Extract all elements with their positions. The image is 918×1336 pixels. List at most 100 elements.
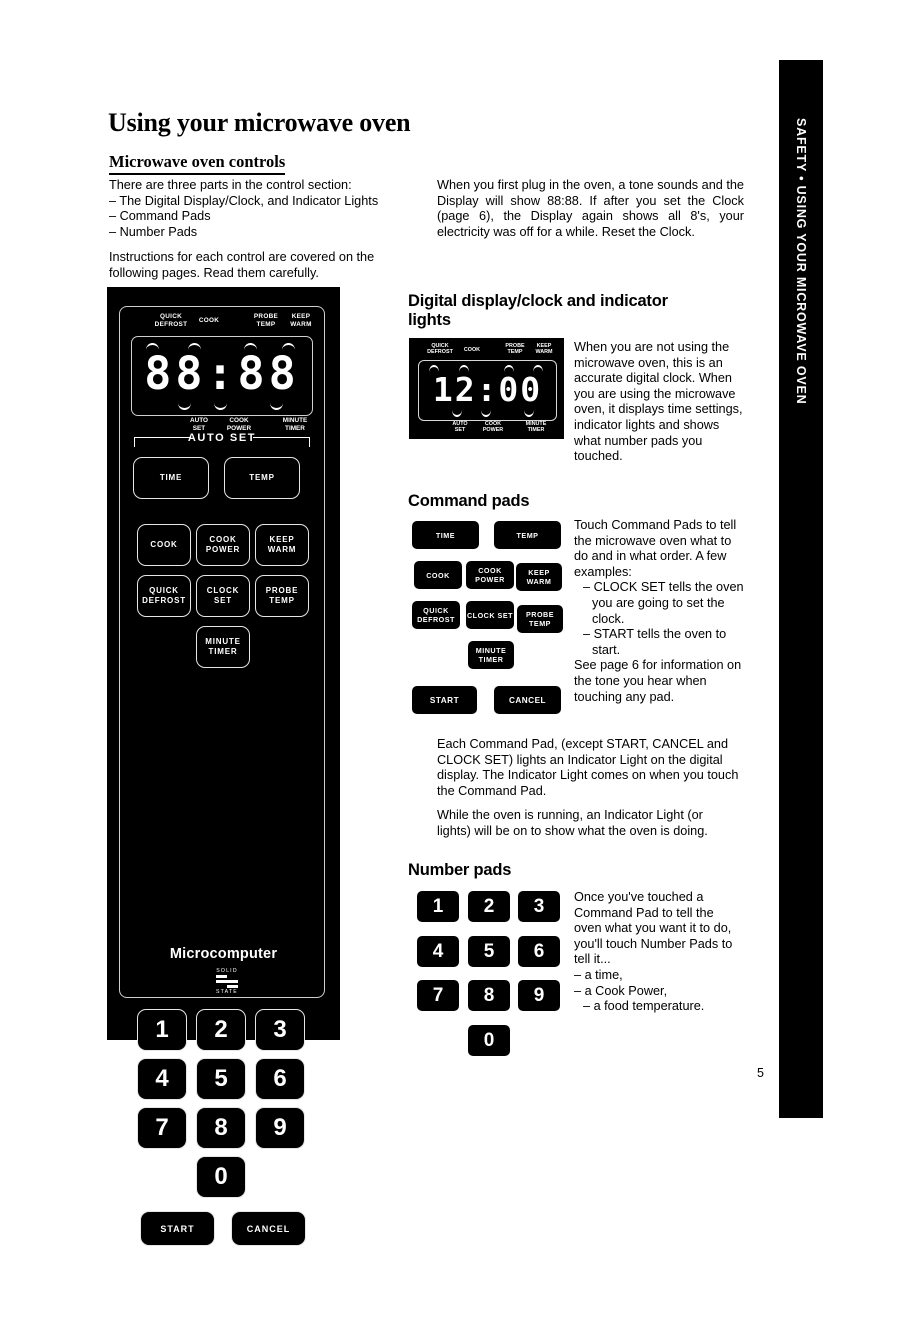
cmd-pad-probe-temp[interactable]: PROBE TEMP [517, 605, 563, 633]
indicator-tick-icon [452, 410, 462, 417]
cmd-pad-clock-set[interactable]: CLOCK SET [466, 601, 514, 629]
digital-display-body-text: When you are not using the microwave ove… [574, 340, 743, 464]
panel-number-pad-6[interactable]: 6 [255, 1058, 305, 1100]
indicator-label-cook-power: COOK POWER [482, 421, 504, 434]
panel-number-pad-9[interactable]: 9 [255, 1107, 305, 1149]
list-item: – The Digital Display/Clock, and Indicat… [109, 193, 379, 208]
section-heading-controls: Microwave oven controls [109, 152, 286, 175]
display-top-indicator-labels: QUICK DEFROST COOK PROBE TEMP KEEP WARM [127, 313, 317, 335]
panel-number-pad-0[interactable]: 0 [196, 1156, 246, 1198]
number-pads-body-text: Once you've touched a Command Pad to tel… [574, 890, 744, 1015]
panel-pad-clock-set[interactable]: CLOCK SET [196, 575, 250, 617]
num-pad-7[interactable]: 7 [417, 980, 459, 1011]
panel-number-pad-8[interactable]: 8 [196, 1107, 246, 1149]
indicator-label-probe-temp: PROBE TEMP [505, 343, 525, 356]
num-pad-0[interactable]: 0 [468, 1025, 510, 1056]
indicator-label-keep-warm: KEEP WARM [290, 313, 312, 328]
heading-command-pads: Command pads [408, 492, 530, 510]
pad-label: CLOCK SET [206, 586, 240, 605]
num-pad-3[interactable]: 3 [518, 891, 560, 922]
intro-lead: There are three parts in the control sec… [109, 178, 352, 192]
solid-state-mark-icon [216, 975, 238, 988]
panel-pad-start[interactable]: START [140, 1211, 215, 1246]
cmd-pad-time[interactable]: TIME [412, 521, 479, 549]
command-pads-note-2: While the oven is running, an Indicator … [437, 808, 708, 838]
control-panel-illustration: QUICK DEFROST COOK PROBE TEMP KEEP WARM … [107, 287, 340, 1040]
num-pad-5[interactable]: 5 [468, 936, 510, 967]
panel-number-pad-3[interactable]: 3 [255, 1009, 305, 1051]
cmd-pad-quick-defrost[interactable]: QUICK DEFROST [412, 601, 460, 629]
indicator-label-minute-timer: MINUTE TIMER [282, 417, 308, 432]
pad-label: PROBE TEMP [265, 586, 299, 605]
mini-display-window: 12:00 [418, 360, 557, 421]
pad-label: KEEP WARM [267, 535, 297, 554]
panel-pad-minute-timer[interactable]: MINUTE TIMER [196, 626, 250, 668]
cmd-pad-temp[interactable]: TEMP [494, 521, 561, 549]
indicator-label-auto-set: AUTO SET [452, 421, 468, 434]
number-pads-illustration: 1 2 3 4 5 6 7 8 9 0 [417, 891, 567, 1061]
pad-label: KEEP WARM [526, 568, 552, 586]
num-pad-8[interactable]: 8 [468, 980, 510, 1011]
pad-label: PROBE TEMP [525, 610, 555, 628]
list-item: – Command Pads [109, 209, 211, 224]
command-body-outro: See page 6 for information on the tone y… [574, 658, 742, 704]
auto-set-bracket: AUTO SET [134, 432, 310, 453]
panel-pad-keep-warm[interactable]: KEEP WARM [255, 524, 309, 566]
panel-pad-time[interactable]: TIME [133, 457, 209, 499]
panel-number-pad-2[interactable]: 2 [196, 1009, 246, 1051]
indicator-tick-icon [524, 410, 534, 417]
pad-label: MINUTE TIMER [205, 637, 241, 656]
panel-pad-temp[interactable]: TEMP [224, 457, 300, 499]
pad-label: MINUTE TIMER [475, 646, 507, 664]
indicator-tick-icon [481, 410, 491, 417]
solid-state-top-text: SOLID [216, 968, 238, 974]
command-bullet: – CLOCK SET tells the oven you are going… [583, 580, 744, 626]
indicator-label-minute-timer: MINUTE TIMER [525, 421, 547, 434]
num-pad-4[interactable]: 4 [417, 936, 459, 967]
cmd-pad-cancel[interactable]: CANCEL [494, 686, 561, 714]
num-pad-2[interactable]: 2 [468, 891, 510, 922]
solid-state-bottom-text: STATE [216, 989, 238, 995]
panel-number-pad-1[interactable]: 1 [137, 1009, 187, 1051]
cmd-pad-minute-timer[interactable]: MINUTE TIMER [468, 641, 514, 669]
solid-state-logo: SOLID STATE [212, 968, 242, 995]
command-bullet: – START tells the oven to start. [583, 627, 727, 657]
page-number: 5 [757, 1066, 764, 1080]
panel-number-pad-5[interactable]: 5 [196, 1058, 246, 1100]
mini-display-value: 12:00 [432, 370, 543, 409]
cmd-pad-cook[interactable]: COOK [414, 561, 462, 589]
indicator-tick-icon [178, 403, 191, 410]
cmd-pad-cook-power[interactable]: COOK POWER [466, 561, 514, 589]
intro-text-block: There are three parts in the control sec… [109, 178, 424, 282]
cmd-pad-keep-warm[interactable]: KEEP WARM [516, 563, 562, 591]
command-pads-body-text: Touch Command Pads to tell the microwave… [574, 518, 746, 705]
indicator-label-quick-defrost: QUICK DEFROST [427, 343, 453, 356]
panel-pad-cook[interactable]: COOK [137, 524, 191, 566]
list-item: – Number Pads [109, 224, 198, 239]
document-page: SAFETY • USING YOUR MICROWAVE OVEN Using… [0, 0, 918, 1188]
mini-display-illustration: QUICK DEFROST COOK PROBE TEMP KEEP WARM … [409, 338, 564, 439]
mini-display-bottom-labels: AUTO SET COOK POWER MINUTE TIMER [415, 421, 558, 437]
panel-number-pad-4[interactable]: 4 [137, 1058, 187, 1100]
panel-pad-cook-power[interactable]: COOK POWER [196, 524, 250, 566]
indicator-label-probe-temp: PROBE TEMP [253, 313, 279, 328]
num-pad-6[interactable]: 6 [518, 936, 560, 967]
command-pads-note-1: Each Command Pad, (except START, CANCEL … [437, 737, 739, 798]
pad-label: QUICK DEFROST [417, 606, 455, 624]
pad-label: QUICK DEFROST [142, 586, 186, 605]
num-pad-1[interactable]: 1 [417, 891, 459, 922]
panel-pad-probe-temp[interactable]: PROBE TEMP [255, 575, 309, 617]
cmd-pad-start[interactable]: START [412, 686, 477, 714]
panel-number-pad-7[interactable]: 7 [137, 1107, 187, 1149]
auto-set-label: AUTO SET [187, 432, 257, 444]
num-pad-9[interactable]: 9 [518, 980, 560, 1011]
page-title: Using your microwave oven [108, 108, 411, 137]
pad-label: CLOCK SET [466, 610, 514, 620]
panel-pad-cancel[interactable]: CANCEL [231, 1211, 306, 1246]
mini-display-top-labels: QUICK DEFROST COOK PROBE TEMP KEEP WARM [415, 343, 558, 359]
whirlpool-logo: Whirlpool [173, 1272, 274, 1299]
heading-digital-display: Digital display/clock and indicator ligh… [408, 292, 668, 329]
panel-pad-quick-defrost[interactable]: QUICK DEFROST [137, 575, 191, 617]
heading-number-pads: Number pads [408, 861, 512, 879]
